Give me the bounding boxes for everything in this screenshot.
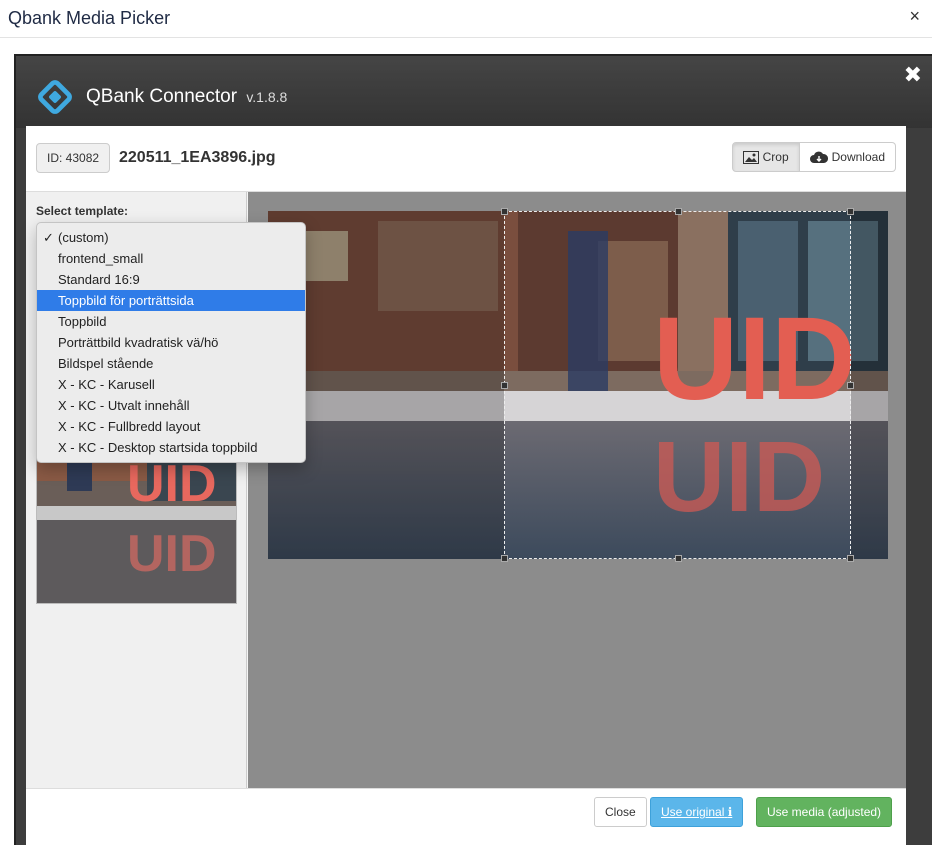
template-option[interactable]: Standard 16:9 [37,269,305,290]
option-label: X - KC - Karusell [58,377,155,392]
template-option[interactable]: Porträttbild kvadratisk vä/hö [37,332,305,353]
crop-handle-ne[interactable] [847,208,854,215]
crop-handle-sw[interactable] [501,555,508,562]
crop-handle-nw[interactable] [501,208,508,215]
crop-button[interactable]: Crop [731,142,800,172]
option-label: (custom) [58,230,109,245]
connector-title: QBank Connector v.1.8.8 [86,86,287,108]
media-id-badge: ID: 43082 [36,143,111,173]
template-option[interactable]: ✓ (custom) [37,227,305,248]
preview-sign-reflection: UID [127,525,217,583]
template-option[interactable]: X - KC - Utvalt innehåll [37,395,305,416]
option-label: Standard 16:9 [58,272,140,287]
template-option[interactable]: X - KC - Karusell [37,374,305,395]
template-option-highlighted[interactable]: Toppbild för porträttsida [37,290,305,311]
download-label: Download [831,150,885,164]
template-option[interactable]: Toppbild [37,311,305,332]
crop-handle-e[interactable] [847,382,854,389]
media-panel: ID: 43082 220511_1EA3896.jpg Crop Downlo… [26,126,906,845]
crop-handle-se[interactable] [847,555,854,562]
connector-window: QBank Connector v.1.8.8 ✖ ID: 43082 2205… [14,54,932,845]
template-sidebar: Select template: UID UID ✓ (custom) front… [26,192,306,788]
crop-handle-w[interactable] [501,382,508,389]
template-option[interactable]: X - KC - Desktop startsida toppbild [37,437,305,458]
image-icon [742,150,759,164]
connector-close-icon[interactable]: ✖ [904,62,922,88]
qbank-logo-icon [38,80,72,114]
picker-header: Qbank Media Picker × [0,0,932,38]
crop-handle-n[interactable] [675,208,682,215]
preview-sign-text: UID [127,455,217,513]
connector-header: QBank Connector v.1.8.8 ✖ [16,56,932,128]
option-label: Toppbild [58,314,107,329]
template-option[interactable]: frontend_small [37,248,305,269]
use-original-label: Use original [661,805,725,819]
info-icon: ℹ [727,805,733,819]
option-label: X - KC - Utvalt innehåll [58,398,190,413]
use-media-button[interactable]: Use media (adjusted) [756,797,893,827]
crop-stage[interactable]: UID UID [248,192,906,788]
template-option[interactable]: Bildspel stående [37,353,305,374]
mode-button-group: Crop Download [731,142,896,172]
option-label: frontend_small [58,251,144,266]
connector-name: QBank Connector [86,86,238,107]
picker-title: Qbank Media Picker [8,8,171,28]
use-original-button[interactable]: Use original ℹ [650,797,744,827]
connector-version: v.1.8.8 [246,89,288,105]
option-label: X - KC - Fullbredd layout [58,419,201,434]
template-dropdown[interactable]: ✓ (custom) frontend_small Standard 16:9 T… [36,222,306,463]
cloud-download-icon [809,151,828,163]
crop-selection-box[interactable] [501,208,854,562]
option-label: Bildspel stående [58,356,154,371]
option-label: Porträttbild kvadratisk vä/hö [58,335,219,350]
crop-handle-s[interactable] [675,555,682,562]
template-option[interactable]: X - KC - Fullbredd layout [37,416,305,437]
check-icon: ✓ [43,230,54,245]
option-label: X - KC - Desktop startsida toppbild [58,440,258,455]
media-toolbar: ID: 43082 220511_1EA3896.jpg Crop Downlo… [26,126,906,192]
crop-label: Crop [762,150,789,164]
picker-close-icon[interactable]: × [909,6,920,27]
option-label: Toppbild för porträttsida [58,293,194,308]
select-template-label: Select template: [36,204,129,218]
media-filename: 220511_1EA3896.jpg [119,149,276,166]
close-button[interactable]: Close [594,797,647,827]
download-button[interactable]: Download [799,142,896,172]
dialog-footer: Close Use original ℹ Use media (adjusted… [26,788,906,845]
